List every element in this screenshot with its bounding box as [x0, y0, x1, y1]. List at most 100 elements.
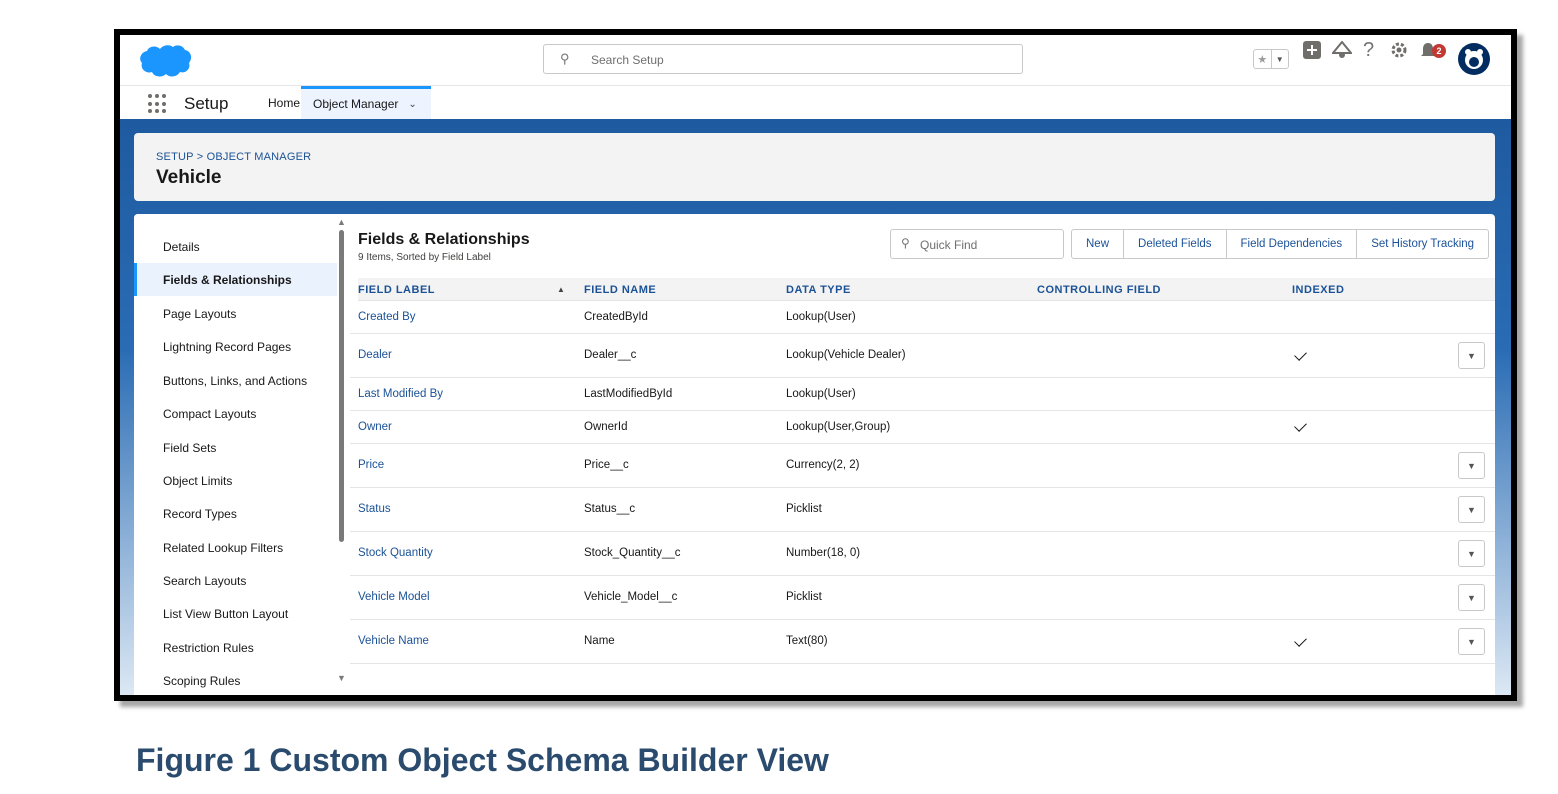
global-actions-button[interactable]	[1303, 35, 1321, 65]
column-header-indexed[interactable]: INDEXED	[1292, 284, 1344, 296]
gear-icon[interactable]	[1390, 35, 1408, 65]
global-header: ⚲ Search Setup ★ ▼ ? 2	[120, 35, 1511, 86]
field-data-type: Picklist	[786, 503, 822, 515]
help-icon[interactable]: ?	[1363, 35, 1374, 65]
app-launcher-icon[interactable]	[148, 94, 168, 114]
field-label-link[interactable]: Created By	[358, 311, 416, 323]
scroll-down-arrow[interactable]: ▼	[337, 673, 346, 683]
field-api-name: Price__c	[584, 459, 629, 471]
field-api-name: Dealer__c	[584, 349, 637, 361]
field-api-name: Name	[584, 635, 615, 647]
field-label-link[interactable]: Vehicle Model	[358, 591, 430, 603]
table-row: Vehicle Model Vehicle_Model__c Picklist …	[350, 576, 1495, 620]
row-actions-menu[interactable]: ▼	[1458, 496, 1485, 523]
field-dependencies-button[interactable]: Field Dependencies	[1225, 230, 1357, 258]
tab-home-label: Home	[268, 95, 301, 110]
sidebar-item-label: Lightning Record Pages	[163, 339, 292, 354]
indexed-check-icon	[1294, 348, 1307, 361]
sort-ascending-icon[interactable]: ▲	[557, 285, 565, 294]
sidebar-item-object-limits[interactable]: Object Limits	[134, 464, 337, 497]
page-header: SETUP > OBJECT MANAGER Vehicle	[134, 133, 1495, 201]
sidebar-item-fields-relationships[interactable]: Fields & Relationships	[134, 263, 337, 296]
search-icon: ⚲	[901, 236, 910, 250]
table-row: Last Modified By LastModifiedById Lookup…	[350, 378, 1495, 411]
table-row: Stock Quantity Stock_Quantity__c Number(…	[350, 532, 1495, 576]
field-label-link[interactable]: Last Modified By	[358, 388, 443, 400]
figure-caption: Figure 1 Custom Object Schema Builder Vi…	[136, 742, 829, 778]
sidebar-item-record-types[interactable]: Record Types	[134, 497, 337, 530]
set-history-tracking-button[interactable]: Set History Tracking	[1356, 230, 1488, 258]
sidebar-item-label: Details	[163, 239, 200, 254]
plus-icon	[1303, 41, 1321, 59]
sidebar-item-scoping-rules[interactable]: Scoping Rules	[134, 664, 337, 695]
trailhead-icon	[1332, 41, 1352, 58]
sidebar-item-label: Object Limits	[163, 473, 233, 488]
field-data-type: Lookup(User)	[786, 311, 856, 323]
column-header-field-label[interactable]: FIELD LABEL	[358, 284, 435, 296]
sidebar-item-field-sets[interactable]: Field Sets	[134, 431, 337, 464]
tab-object-manager[interactable]: Object Manager ⌄	[301, 86, 431, 119]
sidebar-item-list-view-button-layout[interactable]: List View Button Layout	[134, 597, 337, 630]
scroll-up-arrow[interactable]: ▲	[337, 217, 346, 227]
sidebar-item-label: List View Button Layout	[163, 606, 289, 621]
sidebar-scrollbar[interactable]	[339, 230, 344, 542]
field-api-name: CreatedById	[584, 311, 648, 323]
table-row: Vehicle Name Name Text(80) ▼	[350, 620, 1495, 664]
row-actions-menu[interactable]: ▼	[1458, 584, 1485, 611]
field-data-type: Picklist	[786, 591, 822, 603]
field-label-link[interactable]: Status	[358, 503, 391, 515]
search-setup-input[interactable]: ⚲ Search Setup	[543, 44, 1023, 74]
sidebar-item-label: Restriction Rules	[163, 640, 254, 655]
sidebar-item-label: Field Sets	[163, 440, 217, 455]
action-button-group: New Deleted Fields Field Dependencies Se…	[1071, 229, 1490, 259]
sidebar-item-buttons-links-actions[interactable]: Buttons, Links, and Actions	[134, 364, 337, 397]
sidebar-item-label: Related Lookup Filters	[163, 540, 284, 555]
sidebar-item-search-layouts[interactable]: Search Layouts	[134, 564, 337, 597]
indexed-check-icon	[1294, 634, 1307, 647]
screenshot-frame: ⚲ Search Setup ★ ▼ ? 2 Setup Home Object…	[114, 29, 1517, 701]
sidebar-item-restriction-rules[interactable]: Restriction Rules	[134, 631, 337, 664]
column-header-field-name[interactable]: FIELD NAME	[584, 284, 656, 296]
table-row: Price Price__c Currency(2, 2) ▼	[350, 444, 1495, 488]
field-api-name: Vehicle_Model__c	[584, 591, 678, 603]
sidebar-item-label: Record Types	[163, 506, 237, 521]
table-header: FIELD LABEL ▲ FIELD NAME DATA TYPE CONTR…	[358, 278, 1495, 301]
favorites-button[interactable]: ★ ▼	[1253, 49, 1289, 69]
sidebar-item-related-lookup-filters[interactable]: Related Lookup Filters	[134, 531, 337, 564]
row-actions-menu[interactable]: ▼	[1458, 540, 1485, 567]
row-actions-menu[interactable]: ▼	[1458, 342, 1485, 369]
field-label-link[interactable]: Stock Quantity	[358, 547, 433, 559]
avatar[interactable]	[1458, 43, 1490, 75]
sidebar-item-details[interactable]: Details	[134, 230, 337, 263]
row-actions-menu[interactable]: ▼	[1458, 452, 1485, 479]
column-header-controlling-field[interactable]: CONTROLLING FIELD	[1037, 284, 1161, 296]
section-subtitle: 9 Items, Sorted by Field Label	[358, 252, 491, 263]
field-data-type: Lookup(User)	[786, 388, 856, 400]
quick-find-input[interactable]: ⚲ Quick Find	[890, 229, 1064, 259]
field-label-link[interactable]: Dealer	[358, 349, 392, 361]
sidebar-item-label: Scoping Rules	[163, 673, 241, 688]
row-actions-menu[interactable]: ▼	[1458, 628, 1485, 655]
field-data-type: Lookup(Vehicle Dealer)	[786, 349, 906, 361]
salesforce-logo[interactable]	[138, 43, 192, 84]
page-title: Vehicle	[156, 167, 222, 188]
field-label-link[interactable]: Owner	[358, 421, 392, 433]
sidebar-item-lightning-record-pages[interactable]: Lightning Record Pages	[134, 330, 337, 363]
section-title: Fields & Relationships	[358, 231, 530, 248]
field-api-name: Status__c	[584, 503, 636, 515]
sidebar-item-page-layouts[interactable]: Page Layouts	[134, 297, 337, 330]
deleted-fields-button[interactable]: Deleted Fields	[1123, 230, 1226, 258]
table-row: Created By CreatedById Lookup(User)	[350, 301, 1495, 334]
sidebar-item-compact-layouts[interactable]: Compact Layouts	[134, 397, 337, 430]
trailhead-button[interactable]	[1332, 35, 1352, 65]
notification-badge: 2	[1432, 44, 1446, 58]
field-api-name: Stock_Quantity__c	[584, 547, 681, 559]
field-label-link[interactable]: Price	[358, 459, 384, 471]
chevron-down-icon[interactable]: ⌄	[408, 99, 416, 110]
object-sidebar: Details Fields & Relationships Page Layo…	[134, 214, 349, 695]
column-header-data-type[interactable]: DATA TYPE	[786, 284, 851, 296]
breadcrumb[interactable]: SETUP > OBJECT MANAGER	[156, 151, 311, 163]
sidebar-item-label: Compact Layouts	[163, 406, 257, 421]
new-button[interactable]: New	[1072, 230, 1123, 258]
field-label-link[interactable]: Vehicle Name	[358, 635, 429, 647]
